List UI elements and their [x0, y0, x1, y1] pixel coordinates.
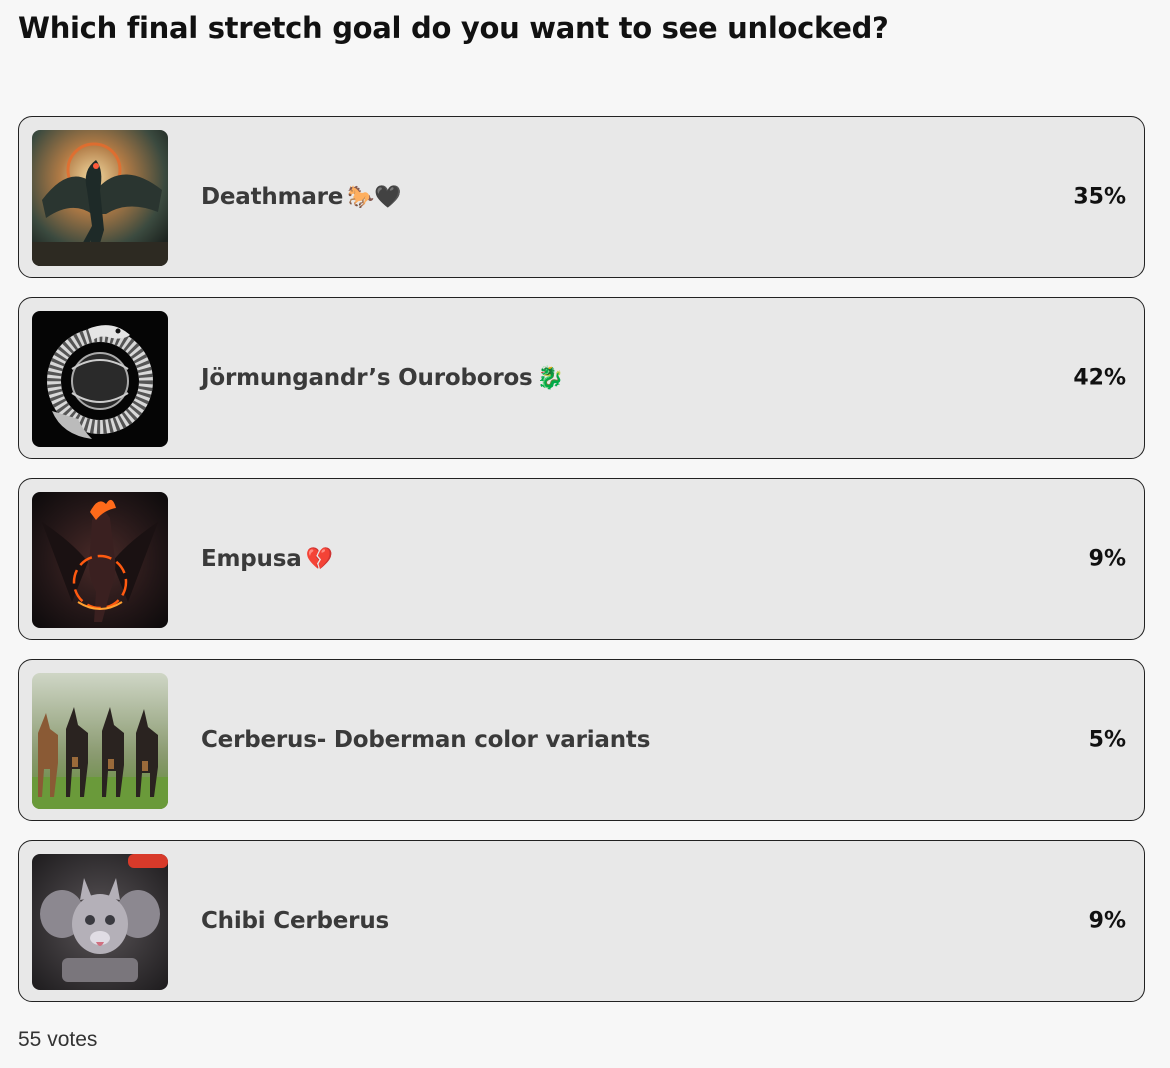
- poll-card: Which final stretch goal do you want to …: [0, 0, 1170, 1068]
- poll-question: Which final stretch goal do you want to …: [18, 11, 889, 45]
- serpent-ouroboros-image: [32, 311, 168, 447]
- option-label: Empusa 💔: [201, 546, 333, 572]
- chibi-cerberus-figure-image: [32, 854, 168, 990]
- option-percent: 42%: [1073, 365, 1126, 391]
- doberman-dogs-image: [32, 673, 168, 809]
- option-percent: 9%: [1088, 908, 1126, 934]
- poll-option-chibi-cerberus[interactable]: Chibi Cerberus 9%: [18, 840, 1145, 1002]
- poll-option-jormungandr[interactable]: Jörmungandr’s Ouroboros 🐉 42%: [18, 297, 1145, 459]
- poll-option-cerberus-doberman[interactable]: Cerberus- Doberman color variants 5%: [18, 659, 1145, 821]
- option-percent: 9%: [1088, 546, 1126, 572]
- broken-heart-emoji: 💔: [305, 547, 333, 572]
- option-label: Cerberus- Doberman color variants: [201, 727, 651, 753]
- poll-options: Deathmare 🐎🖤 35% Jörmungandr’s Ouroboros…: [18, 116, 1145, 1021]
- option-label: Deathmare 🐎🖤: [201, 184, 402, 210]
- vote-count: 55 votes: [18, 1028, 98, 1051]
- winged-dark-horse-image: [32, 130, 168, 266]
- dragon-emoji: 🐉: [536, 366, 564, 391]
- option-percent: 35%: [1073, 184, 1126, 210]
- horse-heart-emoji: 🐎🖤: [347, 185, 402, 210]
- option-label: Chibi Cerberus: [201, 908, 389, 934]
- poll-option-empusa[interactable]: Empusa 💔 9%: [18, 478, 1145, 640]
- fiery-demon-woman-image: [32, 492, 168, 628]
- option-label: Jörmungandr’s Ouroboros 🐉: [201, 365, 564, 391]
- option-percent: 5%: [1088, 727, 1126, 753]
- poll-option-deathmare[interactable]: Deathmare 🐎🖤 35%: [18, 116, 1145, 278]
